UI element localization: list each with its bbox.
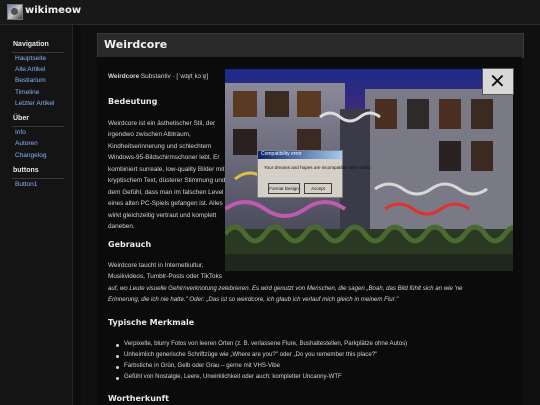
intro-pronunciation: Substantiv · [ˈwɪɐ̯tˌkɔːɐ̯] — [139, 73, 209, 80]
format-design-button: Format Design — [268, 183, 300, 194]
page-title-bar: Weirdcore — [97, 33, 524, 58]
bullet-dot — [116, 344, 119, 347]
sidebar-item-bestiarium[interactable]: Bestiarium — [15, 77, 46, 84]
intro-term: Weirdcore — [108, 73, 140, 80]
paragraph-line: eines alten PC-Spiels gefangen ist. Alle… — [108, 200, 223, 207]
paragraph-line: irgendwo zwischen Albtraum, — [108, 131, 191, 138]
sidebar-section-title-buttons: buttons — [13, 167, 39, 174]
paragraph-line: dem Gefühl, dass man im falschen Level — [108, 189, 224, 196]
sidebar-item-button1[interactable]: Button1 — [15, 181, 37, 188]
top-bar: wikimeow — [0, 0, 540, 25]
dialog-title: Compatibility error — [261, 151, 302, 157]
bullet-dot — [116, 377, 119, 380]
paragraph-line: Windows-95-Bildschirmschoner lebt. Er — [108, 154, 220, 161]
sidebar-item-alle-artikel[interactable]: Alle Artikel — [15, 66, 45, 73]
list-item: Verpixelte, blurry Fotos von leeren Orte… — [124, 340, 408, 347]
paragraph-line: daneben. — [108, 223, 135, 230]
sidebar-divider — [12, 126, 64, 127]
paragraph-line: wirkt gleichzeitig vertraut und komplett — [108, 212, 217, 219]
heading-bedeutung: Bedeutung — [108, 97, 158, 106]
dialog-message: Your dreams and hopes are incompatible w… — [264, 165, 372, 170]
page-title: Weirdcore — [104, 38, 168, 51]
paragraph-line: kryptischem Text, düsterer Stimmung und — [108, 177, 226, 184]
site-name[interactable]: wikimeow — [25, 5, 81, 16]
list-item: Unheimlich generische Schriftzüge wie „W… — [124, 351, 378, 358]
sidebar-item-changelog[interactable]: Changelog — [15, 152, 46, 159]
heading-typische-merkmale: Typische Merkmale — [108, 318, 195, 327]
sidebar-item-hauptseite[interactable]: Hauptseite — [15, 55, 46, 62]
sidebar-section-title-ueber: Über — [13, 115, 29, 122]
site-logo-icon[interactable] — [7, 4, 23, 20]
paragraph-line: kombiniert surreale, low-quality Bilder … — [108, 166, 225, 173]
sidebar-divider — [12, 52, 64, 53]
dialog-title-bar: Compatibility error — [258, 151, 342, 159]
paragraph-line: Kindheitserinnerung und schlechtem — [108, 143, 212, 150]
bullet-dot — [116, 355, 119, 358]
paragraph-line: Erinnerung, die ich nie hatte." Oder: „D… — [108, 296, 399, 303]
paragraph-line: Weirdcore ist ein ästhetischer Stil, der — [108, 120, 216, 127]
sidebar-section-title-navigation: Navigation — [13, 41, 49, 48]
compatibility-error-dialog: Compatibility error Your dreams and hope… — [257, 150, 372, 198]
close-button[interactable]: ✕ — [482, 68, 514, 95]
sidebar-item-info[interactable]: Info — [15, 129, 26, 136]
list-item: Farbstiche in Grün, Gelb oder Grau – ger… — [124, 362, 281, 369]
intro-line: Weirdcore Substantiv · [ˈwɪɐ̯tˌkɔːɐ̯] — [108, 71, 208, 83]
paragraph-line: auf, wo Leute visuelle Gehirnverknotung … — [108, 285, 463, 292]
sidebar-item-autoren[interactable]: Autoren — [15, 140, 38, 147]
list-item: Gefühl von Nostalgie, Leere, Unwirklichk… — [124, 373, 342, 380]
sidebar-item-letzter-artikel[interactable]: Letzter Artikel — [15, 100, 54, 107]
accept-button: Accept — [304, 183, 332, 194]
paragraph-line: Weirdcore taucht in Internetkultur, — [108, 262, 204, 269]
sidebar-item-timeline[interactable]: Timeline — [15, 89, 39, 96]
heading-gebrauch: Gebrauch — [108, 240, 152, 249]
sidebar-divider — [12, 178, 64, 179]
paragraph-line: Musikvideos, Tumblr-Posts oder TikToks — [108, 273, 222, 280]
heading-wortherkunft: Wortherkunft — [108, 394, 169, 403]
bullet-dot — [116, 366, 119, 369]
close-icon: ✕ — [489, 69, 506, 93]
